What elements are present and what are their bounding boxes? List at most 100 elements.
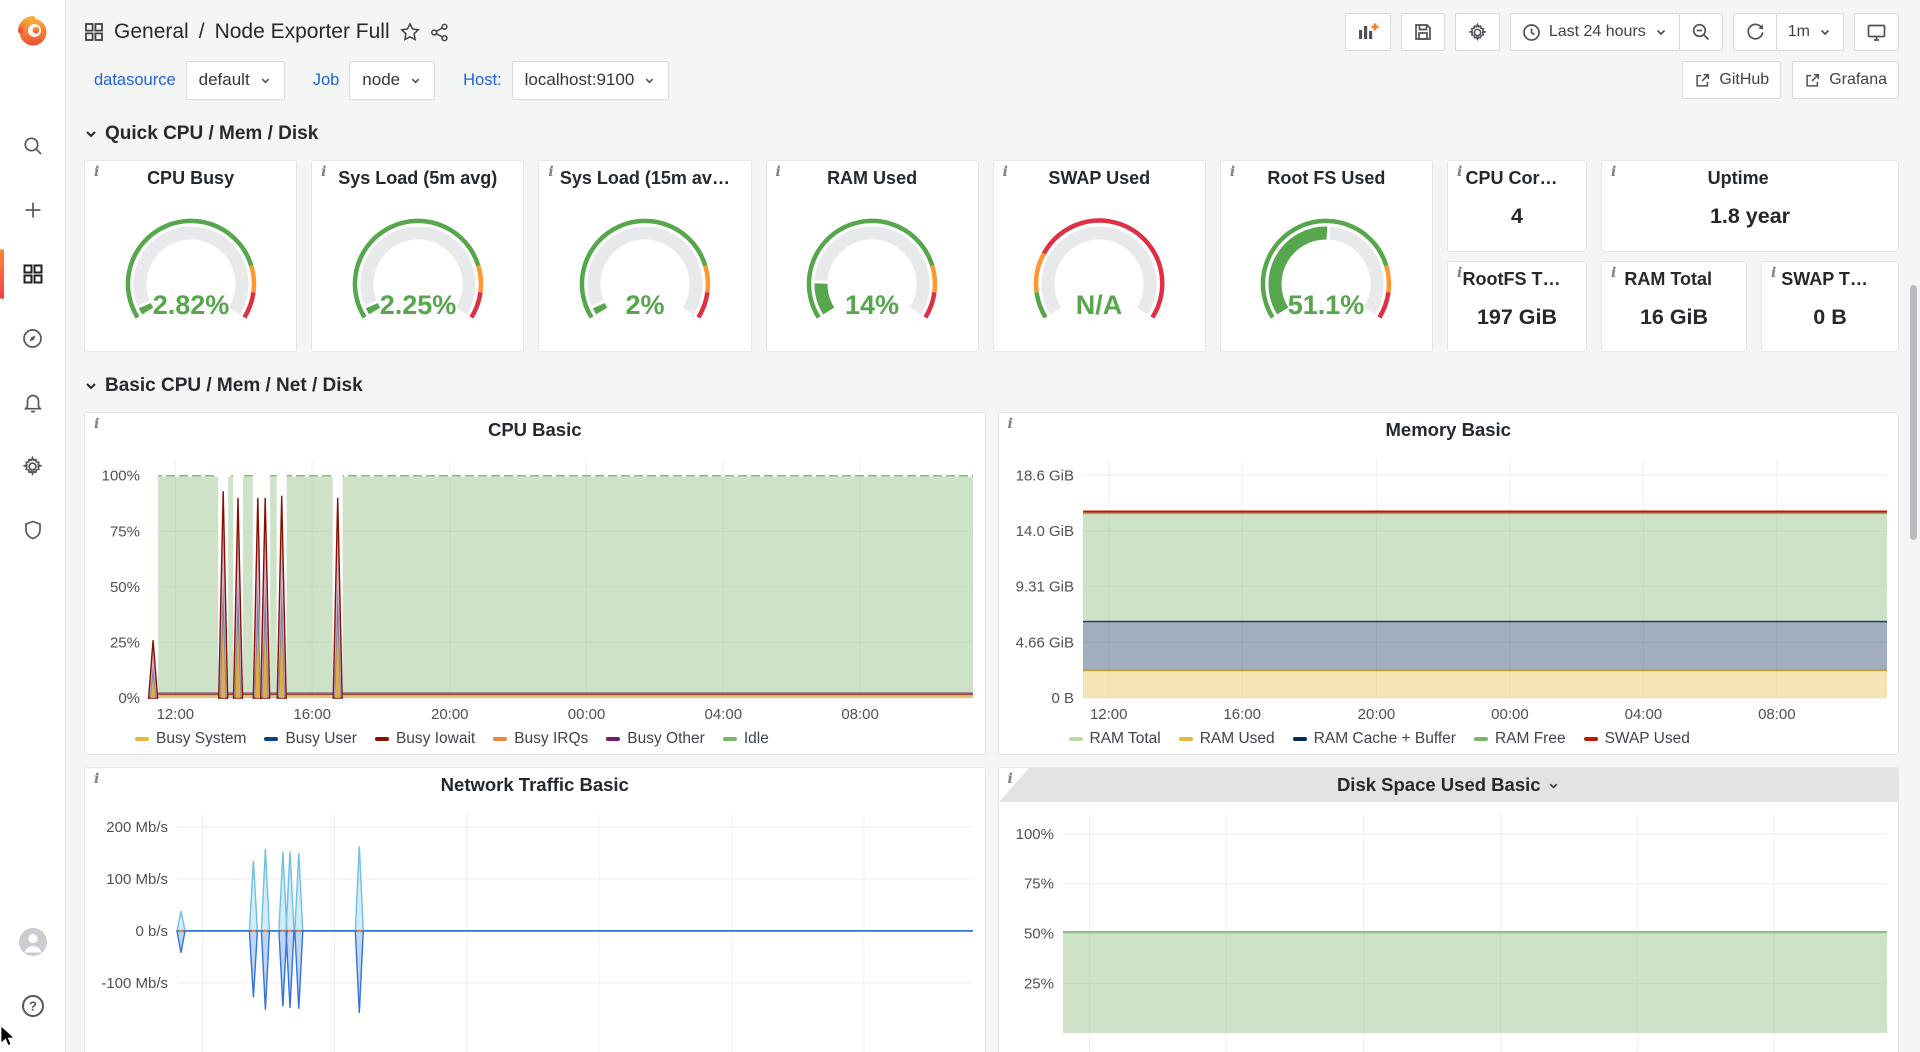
row-basic-cpu-mem-net-disk[interactable]: Basic CPU / Mem / Net / Disk: [84, 372, 1899, 400]
legend-item[interactable]: SWAP Used: [1584, 730, 1690, 748]
refresh-interval-picker[interactable]: 1m: [1777, 13, 1844, 51]
host-select[interactable]: localhost:9100: [512, 61, 670, 100]
sidebar-item-server-admin[interactable]: [0, 498, 65, 562]
legend-swatch: [493, 737, 507, 741]
grafana-logo-icon: [15, 13, 51, 49]
panel-title[interactable]: Memory Basic: [1386, 419, 1511, 441]
sidebar-item-create[interactable]: [0, 178, 65, 242]
star-icon: [400, 22, 420, 42]
chevron-down-icon: [1654, 25, 1668, 39]
variable-label: datasource: [84, 71, 186, 90]
panel-info-icon[interactable]: i: [1003, 164, 1008, 180]
panel-title[interactable]: CPU Cor…: [1448, 168, 1575, 189]
time-range-picker[interactable]: Last 24 hours: [1510, 13, 1680, 51]
star-button[interactable]: [400, 22, 420, 42]
sidebar-item-profile[interactable]: [0, 910, 65, 974]
legend-swatch: [264, 737, 278, 741]
legend-item[interactable]: RAM Total: [1069, 730, 1161, 748]
panel-title[interactable]: RAM Total: [1602, 269, 1734, 290]
sidebar-bottom: ?: [0, 910, 65, 1052]
svg-text:08:00: 08:00: [841, 706, 879, 723]
share-button[interactable]: [430, 23, 449, 42]
panel-info-icon[interactable]: i: [94, 416, 99, 432]
panel-info-icon[interactable]: i: [1008, 771, 1013, 787]
zoom-out-time-button[interactable]: [1680, 13, 1723, 51]
sidebar-item-configuration[interactable]: [0, 434, 65, 498]
row-title-label: Quick CPU / Mem / Disk: [105, 123, 318, 145]
legend-swatch: [1584, 737, 1598, 741]
panel-title[interactable]: Network Traffic Basic: [441, 774, 629, 796]
cpu-basic-plot[interactable]: 100%75%50%25%0%12:0016:0020:0000:0004:00…: [85, 447, 985, 724]
cycle-view-mode-button[interactable]: [1854, 13, 1899, 51]
scrollbar-thumb[interactable]: [1910, 285, 1917, 540]
legend-item[interactable]: RAM Used: [1179, 730, 1275, 748]
grafana-logo[interactable]: [0, 0, 65, 62]
panel-title[interactable]: RootFS T…: [1448, 269, 1575, 290]
legend-item[interactable]: Busy IRQs: [493, 730, 588, 748]
svg-text:0 b/s: 0 b/s: [135, 923, 168, 940]
panel-title[interactable]: Sys Load (5m avg): [338, 168, 497, 189]
legend-item[interactable]: Idle: [723, 730, 769, 748]
github-link[interactable]: GitHub: [1682, 61, 1781, 99]
memory-basic-plot[interactable]: 18.6 GiB14.0 GiB9.31 GiB4.66 GiB0 B12:00…: [999, 447, 1899, 724]
panel-title[interactable]: Disk Space Used Basic: [1337, 774, 1541, 796]
panel-title[interactable]: Uptime: [1602, 168, 1874, 189]
panel-info-icon[interactable]: i: [1771, 265, 1776, 281]
chevron-down-icon: [643, 74, 656, 87]
job-select[interactable]: node: [349, 61, 435, 100]
stat-value: 0 B: [1762, 290, 1898, 352]
grafana-link[interactable]: Grafana: [1792, 61, 1899, 99]
legend-swatch: [1474, 737, 1488, 741]
panel-info-icon[interactable]: i: [1611, 265, 1616, 281]
panel-info-icon[interactable]: i: [1457, 265, 1462, 281]
panel-title[interactable]: CPU Basic: [488, 419, 582, 441]
legend-item[interactable]: Busy User: [264, 730, 357, 748]
sidebar: ?: [0, 0, 66, 1052]
panel-info-icon[interactable]: i: [1611, 164, 1616, 180]
panel-title[interactable]: RAM Used: [827, 168, 917, 189]
disk-panel-header[interactable]: Disk Space Used Basic: [999, 768, 1899, 802]
basic-row-panels: i CPU Basic 100%75%50%25%0%12:0016:0020:…: [84, 412, 1899, 755]
legend-item[interactable]: Busy Other: [606, 730, 705, 748]
dashboard-settings-button[interactable]: [1455, 13, 1500, 51]
svg-text:51.1%: 51.1%: [1288, 290, 1365, 320]
sidebar-item-explore[interactable]: [0, 306, 65, 370]
add-panel-button[interactable]: [1345, 13, 1391, 51]
breadcrumb: General / Node Exporter Full: [84, 20, 449, 44]
legend-item[interactable]: Busy System: [135, 730, 246, 748]
panel-info-icon[interactable]: i: [94, 771, 99, 787]
legend-swatch: [606, 737, 620, 741]
panel-info-icon[interactable]: i: [94, 164, 99, 180]
panel-info-icon[interactable]: i: [1230, 164, 1235, 180]
legend-swatch: [1293, 737, 1307, 741]
network-basic-plot[interactable]: 200 Mb/s100 Mb/s0 b/s-100 Mb/s: [85, 802, 985, 1052]
sidebar-item-search[interactable]: [0, 114, 65, 178]
legend-item[interactable]: RAM Free: [1474, 730, 1566, 748]
sidebar-item-dashboards[interactable]: [0, 242, 65, 306]
row-quick-cpu-mem-disk[interactable]: Quick CPU / Mem / Disk: [84, 120, 1899, 148]
refresh-button[interactable]: [1733, 13, 1777, 51]
time-controls: Last 24 hours: [1510, 13, 1723, 51]
panel-title[interactable]: SWAP T…: [1762, 269, 1887, 290]
datasource-select[interactable]: default: [186, 61, 285, 100]
panel-title[interactable]: SWAP Used: [1048, 168, 1150, 189]
toolbar: Last 24 hours 1m: [1345, 13, 1899, 51]
panel-info-icon[interactable]: i: [1457, 164, 1462, 180]
sidebar-item-alerting[interactable]: [0, 370, 65, 434]
panel-info-icon[interactable]: i: [548, 164, 553, 180]
breadcrumb-section[interactable]: General: [114, 20, 189, 44]
refresh-controls: 1m: [1733, 13, 1844, 51]
legend-item[interactable]: RAM Cache + Buffer: [1293, 730, 1456, 748]
panel-title[interactable]: Sys Load (15m av…: [560, 168, 730, 189]
panel-info-icon[interactable]: i: [776, 164, 781, 180]
sidebar-item-help[interactable]: ?: [0, 974, 65, 1038]
save-dashboard-button[interactable]: [1401, 13, 1445, 51]
legend-label: Busy User: [285, 730, 357, 748]
disk-basic-plot[interactable]: 100%75%50%25%: [999, 802, 1899, 1052]
panel-title[interactable]: CPU Busy: [147, 168, 234, 189]
panel-title[interactable]: Root FS Used: [1267, 168, 1385, 189]
panel-info-icon[interactable]: i: [1008, 416, 1013, 432]
panel-info-icon[interactable]: i: [321, 164, 326, 180]
share-icon: [430, 23, 449, 42]
legend-item[interactable]: Busy Iowait: [375, 730, 475, 748]
